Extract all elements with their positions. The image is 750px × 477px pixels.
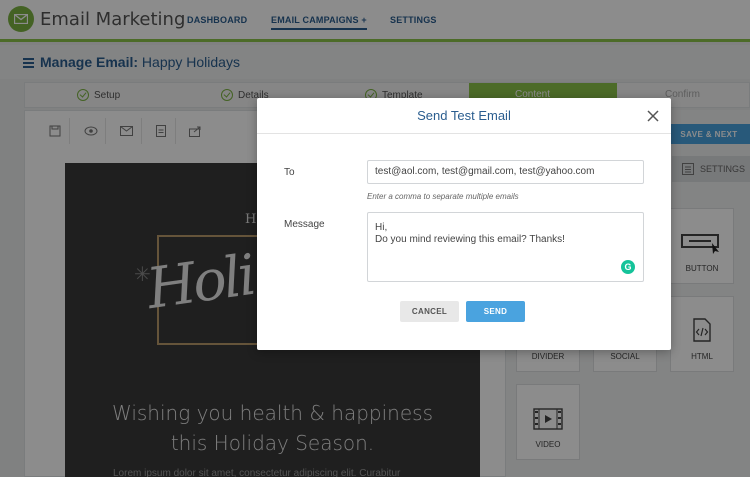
to-hint-text: Enter a comma to separate multiple email… — [367, 192, 519, 201]
message-label: Message — [284, 219, 325, 230]
message-line-2: Do you mind reviewing this email? Thanks… — [375, 234, 565, 245]
close-icon[interactable] — [645, 108, 661, 124]
grammarly-icon[interactable]: G — [621, 260, 635, 274]
dialog-title: Send Test Email — [417, 108, 511, 123]
send-test-email-dialog: Send Test Email To test@aol.com, test@gm… — [257, 98, 671, 350]
to-email-input[interactable]: test@aol.com, test@gmail.com, test@yahoo… — [367, 160, 644, 184]
message-line-1: Hi, — [375, 222, 388, 233]
dialog-header: Send Test Email — [257, 98, 671, 134]
send-button[interactable]: SEND — [466, 301, 525, 322]
to-label: To — [284, 167, 295, 178]
cancel-button[interactable]: CANCEL — [400, 301, 459, 322]
message-textarea[interactable]: Hi, Do you mind reviewing this email? Th… — [367, 212, 644, 282]
